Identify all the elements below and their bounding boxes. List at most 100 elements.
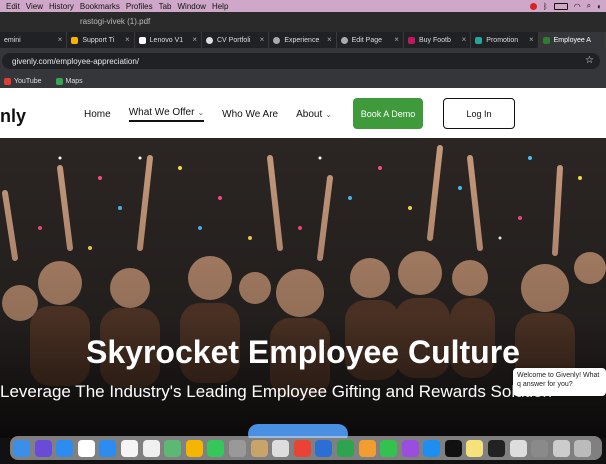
tv-icon[interactable] [444,439,462,457]
messages-icon[interactable] [207,439,225,457]
login-button[interactable]: Log In [443,98,515,129]
document-title: rastogi-vivek (1).pdf [80,17,151,26]
tab-lenovo[interactable]: Lenovo V1 × [135,32,202,48]
tab-buy-football[interactable]: Buy Footb × [404,32,472,48]
tab-experience[interactable]: Experience × [269,32,337,48]
status-icons: ᛒ ◠ ⌕ ◐ [529,0,602,12]
menu-tab[interactable]: Tab [159,2,172,11]
menu-help[interactable]: Help [212,2,228,11]
siri-icon[interactable] [34,439,52,457]
menu-history[interactable]: History [49,2,74,11]
bookmark-youtube[interactable]: YouTube [4,77,42,85]
menu-bookmarks[interactable]: Bookmarks [80,2,120,11]
terminal-icon[interactable] [488,439,506,457]
tab-support[interactable]: Support Ti × [67,32,135,48]
preview-icon[interactable] [509,439,527,457]
chevron-down-icon: ⌄ [197,108,205,117]
tab-label: Edit Page [351,36,382,44]
appstore-icon[interactable] [423,439,441,457]
site-header: nly Home What We Offer ⌄ Who We Are About… [0,88,606,138]
nav-who-we-are[interactable]: Who We Are [222,107,278,122]
site-logo[interactable]: nly [0,106,26,127]
bluetooth-icon[interactable]: ᛒ [543,2,548,11]
sketch-icon[interactable] [250,439,268,457]
tab-promotion[interactable]: Promotion × [471,32,539,48]
close-icon[interactable]: × [125,35,130,44]
book-demo-button[interactable]: Book A Demo [353,98,423,129]
record-icon[interactable] [529,2,537,10]
tab-cv-portfolio[interactable]: CV Portfoli × [202,32,270,48]
bookmark-label: YouTube [14,77,42,85]
nav-home[interactable]: Home [84,107,111,122]
calendar-icon[interactable] [77,439,95,457]
photos-icon[interactable] [185,439,203,457]
address-row: givenly.com/employee-appreciation/ ☆ [0,48,606,74]
nav-label: What We Offer [128,107,195,118]
bookmark-star-icon[interactable]: ☆ [585,55,594,66]
url-text[interactable]: givenly.com/employee-appreciation/ [12,57,139,66]
tab-gemini[interactable]: emini × [0,32,68,48]
address-bar[interactable]: givenly.com/employee-appreciation/ ☆ [2,53,600,69]
nav-label: About [296,109,323,120]
podcasts-icon[interactable] [401,439,419,457]
favicon-icon [205,36,213,44]
favicon-icon [542,36,550,44]
maps-icon [55,77,63,85]
tab-label: Buy Footb [418,36,451,44]
menu-bar: Edit View History Bookmarks Profiles Tab… [0,0,606,12]
menu-profiles[interactable]: Profiles [126,2,153,11]
favicon-icon [340,36,348,44]
tab-employee-appreciation[interactable]: Employee A [538,32,606,48]
mac-dock [10,436,602,460]
nav-about[interactable]: About ⌄ [296,107,332,122]
close-icon[interactable]: × [192,35,197,44]
menu-edit[interactable]: Edit [6,2,20,11]
tab-label: CV Portfoli [216,36,251,44]
downloads-icon[interactable] [552,439,570,457]
favicon-icon [71,36,79,44]
mail-icon[interactable] [99,439,117,457]
tab-label: Promotion [486,36,519,44]
close-icon[interactable]: × [529,35,534,44]
notes-icon[interactable] [142,439,160,457]
system-prefs-icon[interactable] [531,439,549,457]
favicon-icon [138,36,146,44]
pages-icon[interactable] [358,439,376,457]
wifi-icon[interactable]: ◠ [574,2,581,11]
safari-icon[interactable] [56,439,74,457]
tab-label: Support Ti [82,36,115,44]
reminders-icon[interactable] [120,439,138,457]
keynote-icon[interactable] [315,439,333,457]
bookmark-maps[interactable]: Maps [55,77,83,85]
tab-label: Employee A [553,36,591,44]
nav-what-we-offer[interactable]: What We Offer ⌄ [128,107,205,122]
stickies-icon[interactable] [466,439,484,457]
favicon-icon [273,36,281,44]
tab-edit-page[interactable]: Edit Page × [337,32,404,48]
chat-popup[interactable]: Welcome to Givenly! What q answer for yo… [513,368,606,396]
close-icon[interactable]: × [260,35,265,44]
numbers-icon[interactable] [336,439,354,457]
control-center-icon[interactable]: ◐ [597,2,602,11]
close-icon[interactable]: × [327,35,332,44]
launchpad-icon[interactable] [228,439,246,457]
finder-icon[interactable] [13,439,30,457]
menu-view[interactable]: View [26,2,43,11]
close-icon[interactable]: × [58,35,63,44]
maps-icon[interactable] [164,439,182,457]
close-icon[interactable]: × [462,35,467,44]
tab-label: Experience [284,36,320,44]
chevron-down-icon: ⌄ [325,110,332,119]
nav-label: Who We Are [222,109,279,120]
favicon-icon [475,36,483,44]
battery-icon[interactable] [553,2,568,10]
textedit-icon[interactable] [272,439,290,457]
menu-window[interactable]: Window [178,2,206,11]
youtube-icon [4,77,11,85]
chrome-icon[interactable] [293,439,311,457]
bookmarks-bar: YouTube Maps [0,74,606,88]
trash-icon[interactable] [574,439,592,457]
search-icon[interactable]: ⌕ [587,1,591,11]
facetime-icon[interactable] [380,439,398,457]
close-icon[interactable]: × [394,35,399,44]
